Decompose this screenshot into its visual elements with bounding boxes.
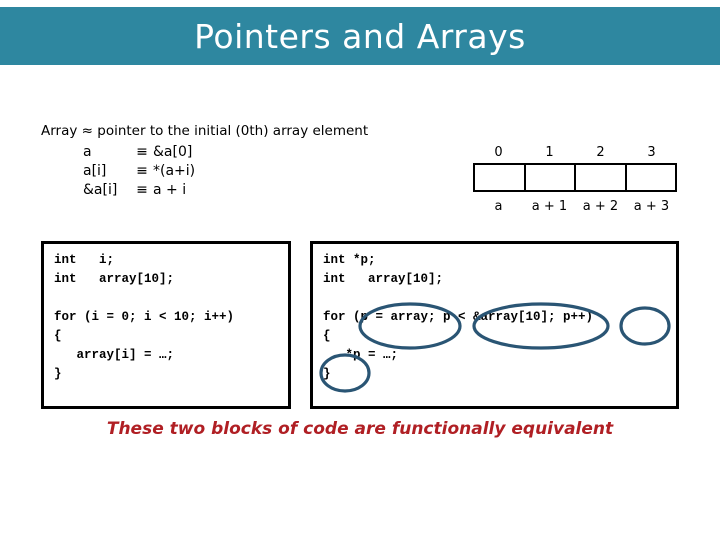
- array-cell: [627, 165, 676, 190]
- slide-caption: These two blocks of code are functionall…: [106, 419, 614, 439]
- array-address-labels: a a + 1 a + 2 a + 3: [473, 194, 677, 218]
- code-line: for (i = 0; i < 10; i++): [54, 310, 235, 324]
- code-block-index-version: int i; int array[10]; for (i = 0; i < 10…: [41, 241, 291, 409]
- code-line: {: [323, 329, 331, 343]
- code-line: int *p;: [323, 253, 376, 267]
- code-block-pointer-version: int *p; int array[10]; for (p = array; p…: [310, 241, 679, 409]
- equivalence-operator: ≡: [136, 182, 148, 198]
- equivalence-rhs: a + i: [153, 182, 187, 198]
- code-line: }: [54, 367, 62, 381]
- equivalence-operator: ≡: [136, 163, 148, 179]
- page-title: Pointers and Arrays: [194, 16, 526, 56]
- array-address-label: a + 3: [633, 198, 670, 214]
- array-cell: [475, 165, 526, 190]
- code-line: int array[10];: [54, 272, 175, 286]
- equivalence-row: &a[i] ≡ a + i: [83, 180, 421, 199]
- slide-title-bar: Pointers and Arrays: [0, 7, 720, 65]
- equivalence-row: a ≡ &a[0]: [83, 142, 421, 161]
- code-line: int array[10];: [323, 272, 444, 286]
- array-pointer-equivalence-block: Array ≈ pointer to the initial (0th) arr…: [41, 121, 421, 199]
- array-address-label: a: [494, 198, 503, 214]
- equivalence-lhs: &a[i]: [83, 182, 118, 198]
- equivalence-heading: Array ≈ pointer to the initial (0th) arr…: [41, 123, 369, 139]
- code-line: }: [323, 367, 331, 381]
- array-cell-row: [473, 163, 677, 192]
- equivalence-rhs: &a[0]: [153, 144, 193, 160]
- array-address-label: a + 1: [531, 198, 568, 214]
- array-cell: [576, 165, 627, 190]
- array-index-label: 0: [494, 144, 503, 160]
- array-cell: [526, 165, 576, 190]
- code-line: array[i] = …;: [54, 348, 175, 362]
- array-index-label: 3: [647, 144, 656, 160]
- code-line: {: [54, 329, 62, 343]
- equivalence-lhs: a: [83, 144, 92, 160]
- code-line: *p = …;: [323, 348, 399, 362]
- equivalence-row: a[i] ≡ *(a+i): [83, 161, 421, 180]
- array-address-label: a + 2: [582, 198, 619, 214]
- equivalence-rhs: *(a+i): [153, 163, 196, 179]
- array-index-label: 2: [596, 144, 605, 160]
- array-memory-diagram: 0 1 2 3 a a + 1 a + 2 a + 3: [473, 141, 677, 218]
- equivalence-lhs: a[i]: [83, 163, 107, 179]
- array-index-label: 1: [545, 144, 554, 160]
- code-line: int i;: [54, 253, 115, 267]
- equivalence-operator: ≡: [136, 144, 148, 160]
- code-line: for (p = array; p < &array[10]; p++): [323, 310, 594, 324]
- equivalence-row-list: a ≡ &a[0] a[i] ≡ *(a+i) &a[i] ≡ a + i: [83, 142, 421, 199]
- array-index-labels: 0 1 2 3: [473, 141, 677, 163]
